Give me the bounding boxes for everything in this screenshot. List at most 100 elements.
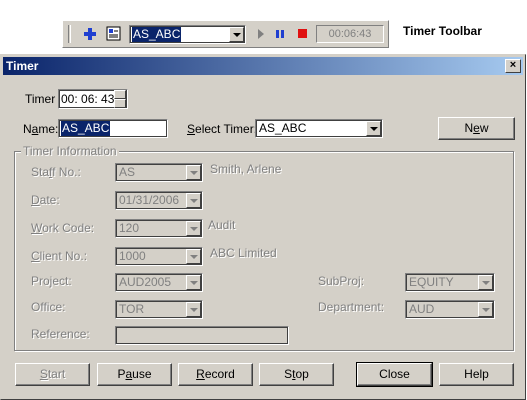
help-button[interactable]: Help (439, 363, 514, 386)
date-label-post: ate: (39, 193, 60, 207)
dialog-titlebar[interactable]: Timer × (3, 57, 523, 75)
client-label-post: lient No.: (39, 249, 88, 263)
staff-label-pre: Sta (31, 165, 50, 179)
start-button-post: tart (47, 367, 66, 381)
select-timer-label-accel: S (187, 122, 196, 136)
office-value: TOR (119, 302, 145, 316)
play-icon[interactable] (256, 28, 266, 40)
client-label: Client No.: (31, 249, 87, 263)
new-button-post: w (479, 121, 489, 135)
timer-window-icon[interactable] (106, 26, 122, 42)
chevron-down-icon[interactable] (478, 275, 493, 290)
timer-label: Timer (25, 92, 56, 106)
name-label-pre: N (23, 122, 32, 136)
pause-button[interactable]: Pause (97, 363, 172, 386)
subproj-dropdown[interactable]: EQUITY (405, 273, 495, 292)
close-button[interactable]: Close (356, 362, 433, 387)
name-value: AS_ABC (61, 121, 111, 136)
timer-information-title: Timer Information (21, 144, 119, 158)
timer-spin[interactable] (114, 90, 126, 108)
select-timer-dropdown[interactable]: AS_ABC (255, 119, 383, 138)
timer-dialog: Timer × Timer 00: 06: 43 Name: AS_ABC Se… (0, 54, 526, 400)
work-code-info: Audit (208, 218, 236, 232)
staff-name-info: Smith, Arlene (210, 162, 282, 176)
timer-toolbar: AS_ABC 00:06:43 (62, 20, 389, 48)
subproj-value: EQUITY (409, 275, 454, 289)
toolbar-caption: Timer Toolbar (403, 24, 482, 38)
project-value: AUD2005 (119, 275, 172, 289)
staff-label: Staff No.: (31, 165, 81, 179)
select-timer-label: Select Timer: (187, 122, 257, 136)
department-value: AUD (409, 302, 435, 316)
spin-down-icon[interactable] (114, 99, 126, 108)
chevron-down-icon[interactable] (229, 27, 244, 42)
toolbar-timer-select[interactable]: AS_ABC (129, 25, 246, 44)
client-dropdown[interactable]: 1000 (115, 247, 203, 266)
timer-window-icon-svg (106, 26, 121, 41)
dialog-title: Timer (6, 59, 39, 73)
date-value: 01/31/2006 (119, 193, 180, 207)
chevron-down-icon[interactable] (366, 121, 381, 136)
work-code-value: 120 (119, 221, 140, 235)
staff-dropdown[interactable]: AS (115, 163, 203, 182)
date-label: Date: (31, 193, 60, 207)
add-icon[interactable] (83, 27, 97, 41)
chevron-down-icon[interactable] (186, 165, 201, 180)
new-button[interactable]: New (438, 117, 515, 140)
client-value: 1000 (119, 249, 146, 263)
staff-value: AS (119, 165, 136, 179)
client-label-accel: C (31, 249, 40, 263)
client-info: ABC Limited (210, 246, 277, 260)
pause-icon-svg (276, 30, 284, 38)
project-dropdown[interactable]: AUD2005 (115, 273, 203, 292)
toolbar-grip[interactable] (68, 25, 71, 43)
chevron-down-icon[interactable] (186, 275, 201, 290)
name-label: Name: (23, 122, 58, 136)
close-icon[interactable]: × (505, 59, 521, 73)
add-icon-svg (84, 28, 96, 40)
spin-up-icon[interactable] (114, 90, 126, 99)
reference-field[interactable] (115, 326, 289, 345)
staff-label-post: f No.: (52, 165, 81, 179)
reference-label: Reference: (31, 327, 90, 341)
record-button-accel: R (196, 367, 205, 381)
project-label: Project: (31, 274, 72, 288)
toolbar-timer-select-value: AS_ABC (132, 27, 182, 42)
new-button-accel: e (473, 121, 480, 135)
record-button-post: ecord (204, 367, 235, 381)
subproj-label: SubProj: (318, 274, 365, 288)
work-code-label-post: ork Code: (42, 221, 95, 235)
date-label-accel: D (31, 193, 40, 207)
record-button[interactable]: Record (178, 363, 253, 386)
department-dropdown[interactable]: AUD (405, 300, 495, 319)
work-code-dropdown[interactable]: 120 (115, 219, 203, 238)
pause-button-post: use (132, 367, 152, 381)
play-icon-svg (258, 29, 264, 39)
new-button-pre: N (464, 121, 474, 135)
office-dropdown[interactable]: TOR (115, 300, 203, 319)
timer-time-field[interactable]: 00: 06: 43 (58, 89, 128, 109)
record-icon-svg (298, 29, 307, 38)
select-timer-label-post: elect Timer: (195, 122, 258, 136)
toolbar-timer-display: 00:06:43 (316, 25, 384, 43)
name-field[interactable]: AS_ABC (58, 119, 168, 138)
office-label: Office: (31, 300, 66, 314)
stop-button-pre: S (284, 367, 293, 381)
pause-icon[interactable] (274, 28, 286, 40)
chevron-down-icon[interactable] (186, 193, 201, 208)
record-icon[interactable] (297, 28, 309, 40)
start-button[interactable]: Start (15, 363, 90, 386)
select-timer-value: AS_ABC (259, 121, 307, 135)
start-button-accel: S (39, 367, 48, 381)
chevron-down-icon[interactable] (478, 302, 493, 317)
name-label-post: me: (38, 122, 59, 136)
chevron-down-icon[interactable] (186, 249, 201, 264)
department-label: Department: (318, 300, 385, 314)
work-code-label: Work Code: (31, 221, 94, 235)
stop-button[interactable]: Stop (259, 363, 334, 386)
chevron-down-icon[interactable] (186, 302, 201, 317)
work-code-label-accel: W (31, 221, 43, 235)
chevron-down-icon[interactable] (186, 221, 201, 236)
stop-button-post: op (295, 367, 309, 381)
date-dropdown[interactable]: 01/31/2006 (115, 191, 203, 210)
